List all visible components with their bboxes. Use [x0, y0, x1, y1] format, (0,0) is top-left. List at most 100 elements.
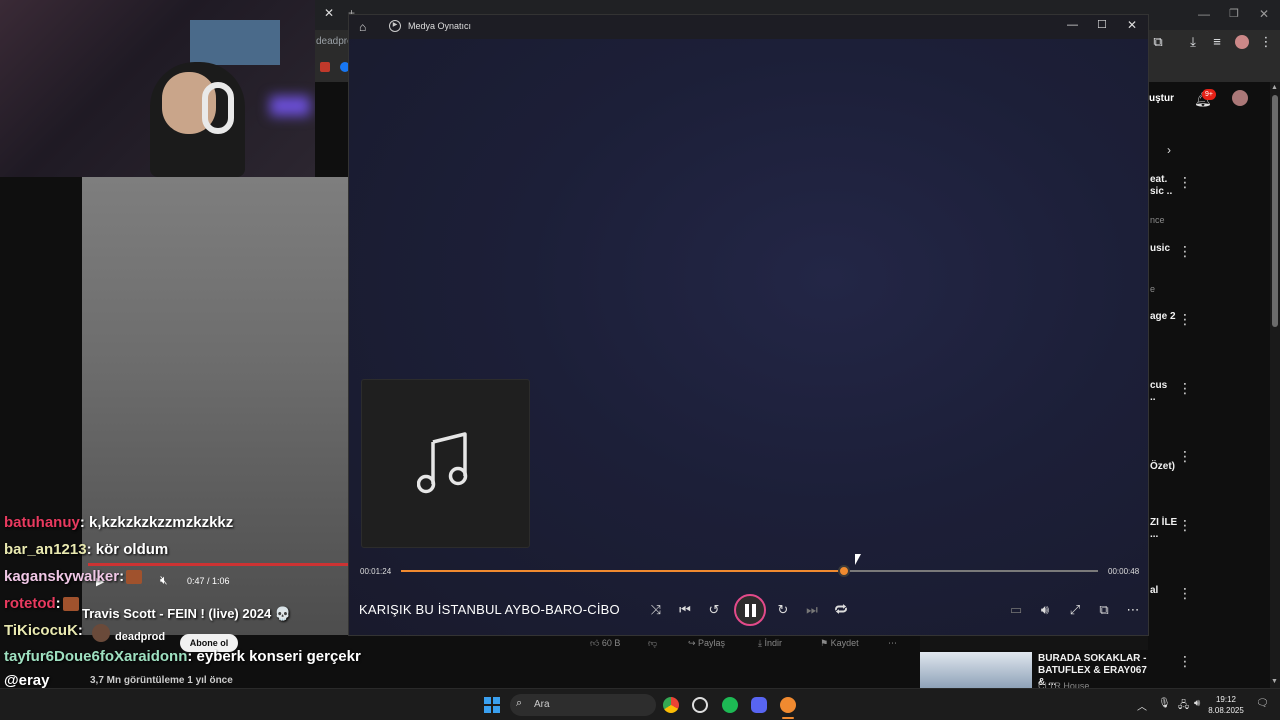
app-icon[interactable]	[692, 697, 708, 713]
rec-item-title[interactable]: Özet)	[1150, 461, 1175, 473]
extensions-icon[interactable]: ⧉	[1150, 34, 1166, 50]
chat-username[interactable]: @eray	[4, 672, 50, 689]
remaining-time: 00:00:48	[1108, 567, 1140, 576]
download-icon[interactable]: ⤓	[1185, 34, 1201, 50]
maximize-icon[interactable]: ☐	[1097, 18, 1107, 31]
close-icon[interactable]: ✕	[1127, 18, 1137, 32]
next-icon[interactable]: ⏭︎	[804, 602, 820, 618]
chat-username[interactable]: rotetod	[4, 595, 56, 612]
current-time: 00:01:24	[360, 567, 392, 576]
chat-username[interactable]: tayfur6Doue6foXaraidonn	[4, 648, 187, 665]
clock[interactable]: 19:12 8.08.2025	[1206, 694, 1246, 716]
microphone-icon[interactable]: 🎙︎	[1158, 698, 1171, 709]
rewind-10-icon[interactable]: ↺	[706, 602, 722, 618]
chat-message: kaganskywalker:	[4, 568, 144, 585]
rec-item-title[interactable]: age 2	[1150, 311, 1176, 323]
chat-username[interactable]: batuhanuy	[4, 514, 80, 531]
profile-avatar[interactable]	[1235, 35, 1249, 49]
share-button[interactable]: ↪ Paylaş	[688, 634, 725, 652]
more-options-icon[interactable]: ⋮	[1178, 448, 1192, 465]
clock-date: 8.08.2025	[1208, 706, 1244, 715]
chat-username[interactable]: bar_an1213	[4, 541, 87, 558]
browser-close-icon[interactable]: ✕	[1256, 6, 1272, 22]
shuffle-icon[interactable]: ⤨	[648, 602, 664, 618]
create-button[interactable]: uştur	[1149, 93, 1174, 104]
volume-icon[interactable]: 🔊︎	[1037, 602, 1053, 618]
save-button[interactable]: ⚑ Kaydet	[820, 634, 859, 652]
minimize-icon[interactable]: —	[1067, 19, 1078, 31]
scroll-up-icon[interactable]: ▲	[1271, 84, 1278, 91]
channel-avatar[interactable]	[92, 624, 110, 642]
pause-icon	[745, 604, 756, 617]
search-placeholder: Ara	[534, 699, 550, 710]
rec-item-title[interactable]: cus..	[1150, 380, 1167, 404]
youtube-sidebar	[1148, 82, 1280, 688]
embedded-progress-bar[interactable]	[88, 563, 348, 566]
chat-username[interactable]: kaganskywalker	[4, 568, 119, 585]
chat-username[interactable]: TiKicocuK	[4, 622, 78, 639]
rec-item-title[interactable]: al	[1150, 585, 1158, 597]
more-icon[interactable]: ⋯	[888, 634, 897, 652]
more-options-icon[interactable]: ⋮	[1178, 380, 1192, 397]
ambient-light	[270, 96, 310, 116]
taskbar: ⌕ Ara ︿ 🎙︎ 🖧 🔊︎ 19:12 8.08.2025 🗨︎	[0, 688, 1280, 720]
browser-menu-icon[interactable]: ⋮	[1258, 34, 1274, 50]
windows-start-icon[interactable]	[484, 697, 500, 713]
more-options-icon[interactable]: ⋮	[1178, 174, 1192, 191]
more-options-icon[interactable]: ⋮	[1178, 311, 1192, 328]
dislike-icon[interactable]: 👎︎	[648, 634, 657, 652]
embedded-time: 0:47 / 1:06	[187, 576, 230, 586]
bookmark-icon[interactable]	[320, 62, 330, 72]
chrome-icon[interactable]	[663, 697, 679, 713]
media-player-icon[interactable]	[780, 697, 796, 713]
browser-maximize-icon[interactable]: ❐	[1226, 6, 1242, 22]
forward-30-icon[interactable]: ↻	[775, 602, 791, 618]
rec-thumbnail[interactable]	[920, 652, 1032, 688]
scrollbar-thumb[interactable]	[1272, 95, 1278, 327]
active-app-indicator	[782, 717, 794, 719]
more-options-icon[interactable]: ⋮	[1178, 585, 1192, 602]
tray-chevron-icon[interactable]: ︿	[1137, 698, 1147, 713]
subtitles-icon[interactable]: ▭	[1008, 602, 1024, 618]
wall-poster	[190, 20, 280, 65]
more-options-icon[interactable]: ⋮	[1178, 243, 1192, 260]
avatar[interactable]	[1232, 90, 1248, 106]
more-options-icon[interactable]: ⋯	[1125, 602, 1141, 618]
mini-player-icon[interactable]: ⧉	[1096, 602, 1112, 618]
rec-item-title[interactable]: usic	[1150, 243, 1170, 255]
discord-icon[interactable]	[751, 697, 767, 713]
album-art	[361, 379, 530, 548]
browser-minimize-icon[interactable]: —	[1196, 6, 1212, 22]
rec-item-title[interactable]: eat. sic ..	[1150, 174, 1172, 198]
more-options-icon[interactable]: ⋮	[1178, 653, 1192, 670]
playlist-icon[interactable]: ≡	[1209, 34, 1225, 50]
media-player-app-icon: ▶	[389, 20, 401, 32]
chat-message: rotetod:	[4, 595, 81, 612]
rec-banner	[920, 636, 1148, 650]
chat-text: :	[55, 595, 61, 612]
download-button[interactable]: ⤓ İndir	[758, 634, 782, 652]
pause-button[interactable]	[734, 594, 766, 626]
more-options-icon[interactable]: ⋮	[1178, 517, 1192, 534]
speaker-icon[interactable]: 🔊︎	[1194, 698, 1200, 709]
chat-message: batuhanuy: k,kzkzkzkzzmzkzkkz	[4, 514, 233, 531]
like-button[interactable]: 👍︎ 60 B	[590, 634, 620, 652]
network-icon[interactable]: 🖧	[1178, 698, 1189, 715]
notification-center-icon[interactable]: 🗨︎	[1256, 698, 1269, 709]
chevron-right-icon[interactable]: ›	[1167, 143, 1171, 157]
muted-icon[interactable]: 🔇︎	[160, 573, 168, 588]
rec-item-title[interactable]: ZI İLE...	[1150, 517, 1177, 541]
tab-close-icon[interactable]: ✕	[322, 6, 336, 20]
taskbar-search[interactable]: ⌕ Ara	[510, 694, 656, 716]
previous-icon[interactable]: ⏮︎	[677, 602, 693, 618]
notification-badge: 9+	[1202, 89, 1216, 100]
fullscreen-icon[interactable]: ⤢	[1067, 602, 1083, 618]
seek-bar-progress	[401, 570, 845, 572]
channel-name[interactable]: deadprod	[115, 631, 165, 643]
repeat-off-icon[interactable]: 🔁︎	[833, 602, 849, 618]
embedded-video[interactable]	[82, 177, 348, 635]
chat-text: : kör oldum	[86, 541, 169, 558]
home-icon[interactable]: ⌂	[359, 20, 366, 34]
scroll-down-icon[interactable]: ▼	[1271, 678, 1278, 685]
spotify-icon[interactable]	[722, 697, 738, 713]
